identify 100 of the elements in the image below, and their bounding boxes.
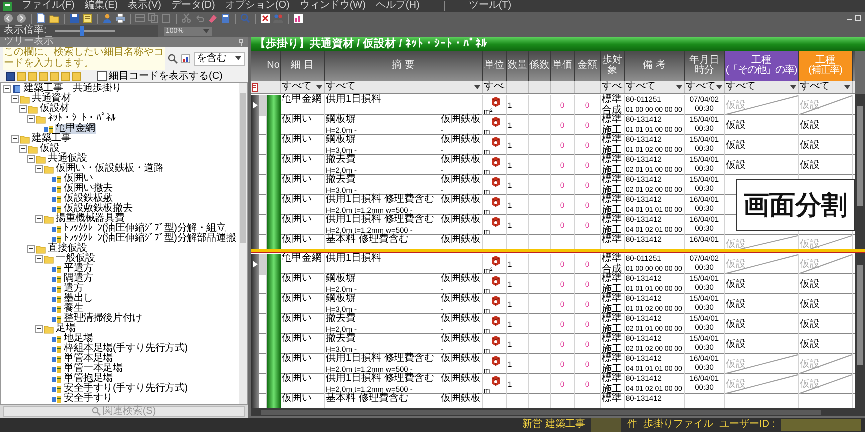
collapse-icon[interactable] — [35, 215, 43, 223]
menu-item[interactable]: ファイル(F) — [22, 0, 75, 12]
calculator-icon[interactable] — [220, 13, 231, 24]
zoom-label: 表示倍率: — [4, 25, 47, 36]
tree-item[interactable]: ﾄﾗｯｸｸﾚｰﾝ(油圧伸縮ｼﾞﾌﾞ型)分解部品運搬 — [63, 234, 238, 244]
tree-item[interactable]: 安全手すり — [63, 394, 114, 404]
chart-icon[interactable] — [181, 54, 191, 64]
folder-icon — [44, 214, 54, 224]
tree-item[interactable]: 平遣方 — [63, 264, 94, 274]
filter-dropdown[interactable]: すべて — [625, 81, 685, 93]
category: 仮囲鉄板 — [441, 175, 481, 186]
menu-item[interactable]: データ(D) — [171, 0, 216, 12]
filter-dropdown[interactable]: すべて — [799, 81, 853, 93]
back-icon[interactable] — [3, 13, 14, 24]
scrollbar[interactable] — [855, 94, 865, 249]
tree-item[interactable]: ﾄﾗｯｸｸﾚｰﾝ(油圧伸縮ｼﾞﾌﾞ型)分解・組立 — [63, 224, 228, 234]
tree-item[interactable]: 仮設 — [39, 144, 61, 154]
collapse-icon[interactable] — [27, 155, 35, 163]
scrollbar[interactable] — [855, 253, 865, 408]
tree-item[interactable]: ﾈｯﾄ・ｼｰﾄ・ﾊﾟﾈﾙ — [47, 114, 117, 124]
row-header[interactable] — [251, 95, 259, 116]
tree-item[interactable]: 地足場 — [63, 334, 94, 344]
item-icon — [52, 384, 62, 394]
tree-item[interactable]: 遣方 — [63, 284, 85, 294]
filter-dropdown[interactable]: すべて — [685, 81, 725, 93]
filter-dropdown[interactable]: すべて — [281, 81, 325, 93]
collapse-icon[interactable] — [35, 165, 43, 173]
item-name: 仮囲い — [282, 373, 312, 384]
tree-item[interactable]: 共通資材 — [31, 94, 72, 104]
person-icon[interactable] — [102, 13, 113, 24]
filter-dropdown[interactable]: すべ — [601, 81, 625, 93]
checkbox[interactable] — [97, 71, 107, 81]
work-type: 仮設 — [726, 260, 746, 270]
column-header[interactable]: 工種 (「その他」の率) — [725, 51, 799, 81]
filter-dropdown[interactable]: すべ — [483, 81, 507, 93]
tree-item[interactable]: 単管本足場 — [63, 354, 114, 364]
chart-icon[interactable] — [293, 13, 304, 24]
tree-item[interactable]: 枠組本足場(手すり先行方式) — [63, 344, 189, 354]
tree-item[interactable]: 共通仮設 — [47, 154, 88, 164]
collapse-icon[interactable] — [35, 325, 43, 333]
collapse-icon[interactable] — [27, 245, 35, 253]
search-icon[interactable] — [168, 54, 178, 64]
work-type: 仮設 — [800, 340, 820, 350]
collapse-icon[interactable] — [35, 255, 43, 263]
search-field[interactable]: この欄に、検索したい細目名称やコードを入力します。 — [3, 47, 165, 70]
collapse-icon[interactable] — [19, 145, 27, 153]
tree-item[interactable]: 仮囲い・仮設鉄板・道路 — [55, 164, 165, 174]
notepad-icon[interactable] — [82, 13, 93, 24]
tree-item[interactable]: 墨出し — [63, 294, 94, 304]
category: 仮囲鉄板 — [441, 215, 481, 226]
printer-icon[interactable] — [115, 13, 126, 24]
menu-item[interactable]: 表示(V) — [128, 0, 162, 12]
type-label: 合成 — [602, 265, 623, 275]
save-icon[interactable] — [69, 13, 80, 24]
tree-item[interactable]: 単管一本足場 — [63, 364, 124, 374]
item-name: 亀甲金網 — [282, 94, 322, 105]
pin-icon[interactable] — [239, 38, 244, 46]
tree-item[interactable]: 隅遣方 — [63, 274, 94, 284]
tree-item[interactable]: 仮囲い — [63, 174, 94, 184]
tree-item[interactable]: 建築工事 共通歩掛り — [23, 84, 124, 94]
tree-item[interactable]: 養生 — [63, 304, 85, 314]
tree-item[interactable]: 亀甲金網 — [55, 124, 96, 134]
tree-item[interactable]: 揚重機械器具費 — [55, 214, 126, 224]
tree-item[interactable]: 安全手すり(手すり先行方式) — [63, 384, 189, 394]
collapse-icon[interactable] — [19, 105, 27, 113]
forward-icon[interactable] — [16, 13, 27, 24]
menu-item[interactable]: ツール(T) — [468, 0, 512, 12]
collapse-icon[interactable] — [27, 115, 35, 123]
collapse-icon[interactable] — [11, 95, 19, 103]
slider-thumb[interactable] — [80, 26, 84, 36]
scrollbar[interactable] — [239, 83, 247, 404]
collapse-icon[interactable] — [3, 85, 11, 93]
row-header[interactable] — [251, 254, 259, 275]
page-title: 【歩掛り】共通資材 / 仮設材 / ﾈｯﾄ・ｼｰﾄ・ﾊﾟﾈﾙ — [251, 37, 865, 51]
scrollbar[interactable] — [251, 408, 865, 416]
clipboard-icon[interactable] — [161, 13, 172, 24]
tree-item[interactable]: 仮囲い撤去 — [63, 184, 114, 194]
tree-item[interactable]: 建築工事 — [31, 134, 72, 144]
restore-icon[interactable] — [855, 15, 862, 22]
item-icon — [52, 374, 62, 384]
menu-item[interactable]: 編集(E) — [84, 0, 118, 12]
tree-item[interactable]: 足場 — [55, 324, 77, 334]
mode-dropdown[interactable]: を含む — [194, 52, 245, 66]
tree-item[interactable]: 単管抱足場 — [63, 374, 114, 384]
cross-icon[interactable] — [260, 13, 271, 24]
filter-dropdown[interactable]: すべて — [325, 81, 483, 93]
tree-item[interactable]: 仮設鉄板敷 — [63, 194, 114, 204]
item-name: 仮囲い — [282, 194, 312, 205]
tree-item[interactable]: 整理清掃後片付け — [63, 314, 144, 324]
description: 撤去費 — [326, 155, 357, 166]
tree-item[interactable]: 直接仮設 — [47, 244, 88, 254]
tree-item[interactable]: 一般仮設 — [55, 254, 96, 264]
work-type: 仮設 — [726, 240, 746, 249]
level-button[interactable] — [6, 72, 15, 80]
collapse-icon[interactable] — [11, 135, 19, 143]
filter-dropdown[interactable]: すべて — [725, 81, 799, 93]
tree-item[interactable]: 仮設敷鉄板撤去 — [63, 204, 134, 214]
tree-item[interactable]: 仮設材 — [39, 104, 70, 114]
menu-item[interactable]: ウィンドウ(W) — [300, 0, 366, 12]
item-name: 仮囲い — [282, 313, 312, 324]
